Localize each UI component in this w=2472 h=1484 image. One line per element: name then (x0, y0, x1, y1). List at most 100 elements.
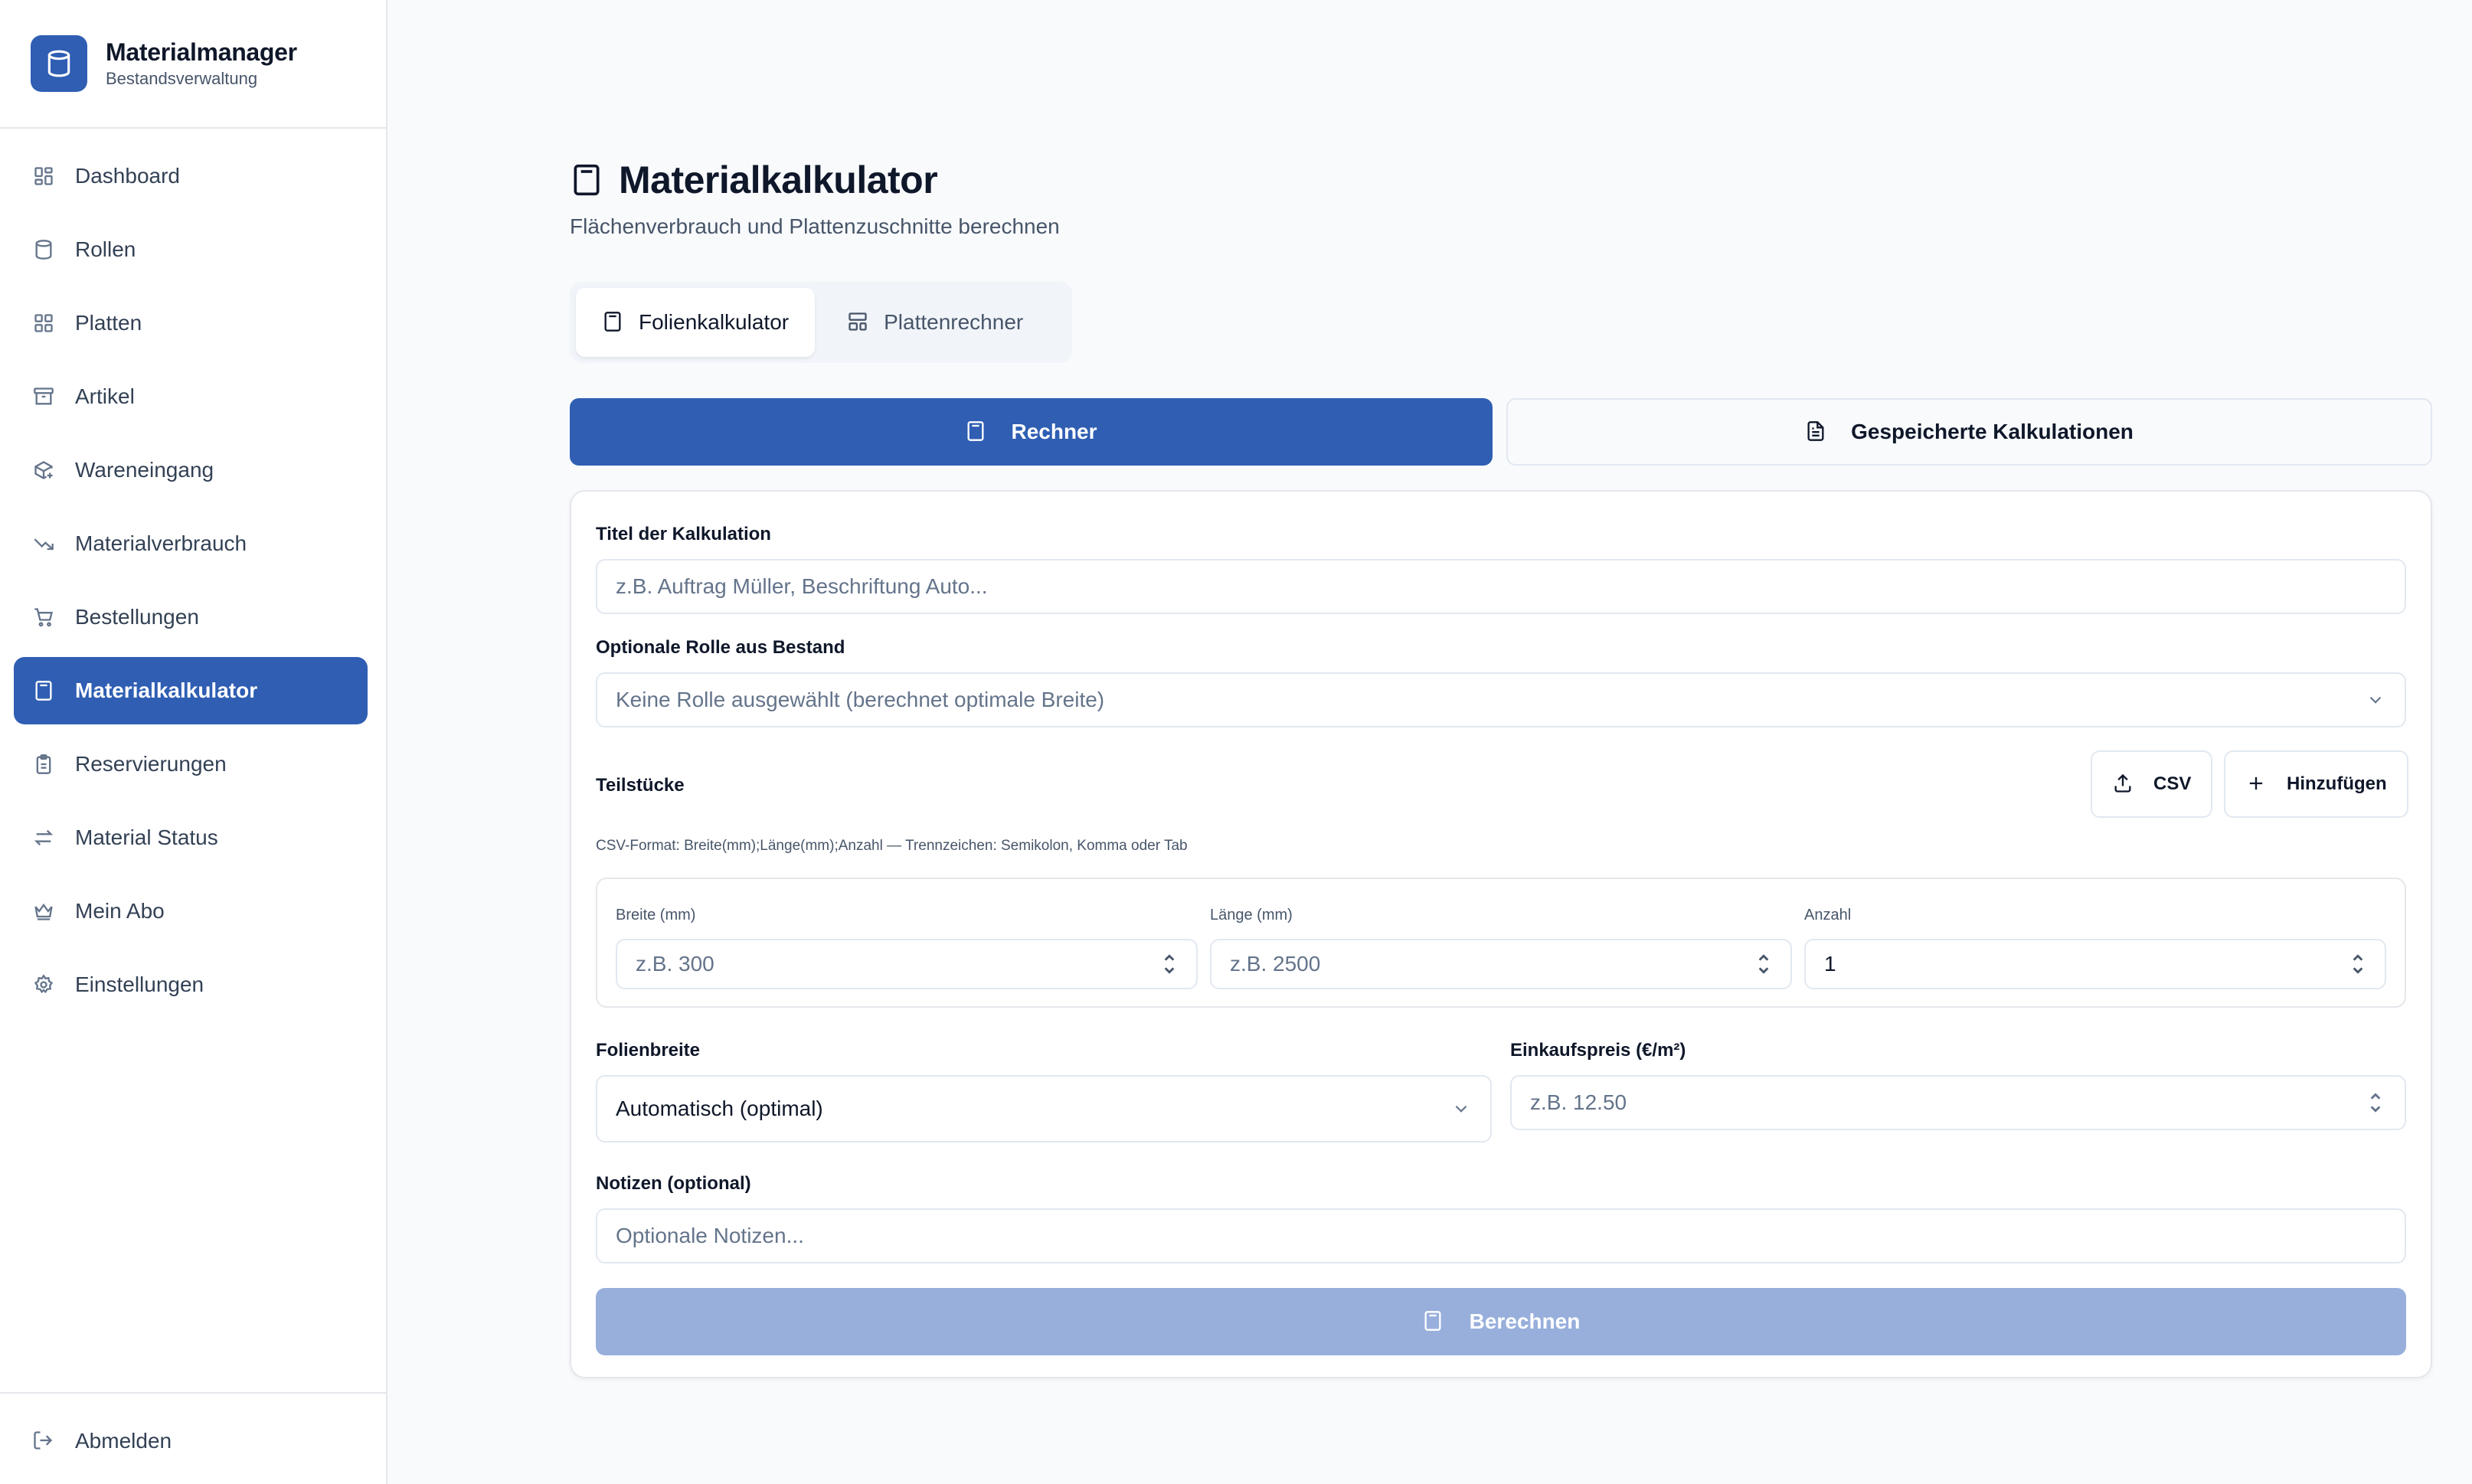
file-text-icon (1805, 420, 1828, 443)
stepper-icon (2349, 952, 2366, 976)
sidebar-item-label: Materialkalkulator (75, 678, 258, 702)
archive-icon (32, 385, 55, 408)
calculator-icon (602, 311, 625, 334)
sidebar-item-materialkalkulator[interactable]: Materialkalkulator (14, 657, 368, 724)
roll-select-value: Keine Rolle ausgewählt (berechnet optima… (616, 688, 1105, 711)
width-input[interactable]: z.B. 300 (616, 939, 1198, 989)
calculator-form: Titel der Kalkulation z.B. Auftrag Mülle… (570, 490, 2432, 1378)
count-input[interactable]: 1 (1804, 939, 2386, 989)
sidebar-item-label: Mein Abo (75, 899, 165, 923)
calculator-tabs: Folienkalkulator Plattenrechner (570, 282, 1072, 363)
notes-label: Notizen (optional) (596, 1173, 751, 1194)
chevron-down-icon (2365, 689, 2386, 711)
sidebar-item-label: Platten (75, 311, 142, 335)
calculator-icon (32, 679, 55, 702)
sidebar-item-mein-abo[interactable]: Mein Abo (14, 878, 368, 945)
roll-label: Optionale Rolle aus Bestand (596, 637, 845, 658)
sidebar-item-label: Material Status (75, 825, 218, 849)
sidebar: Materialmanager Bestandsverwaltung Dashb… (0, 0, 387, 1484)
cart-icon (32, 606, 55, 629)
logout-button[interactable]: Abmelden (32, 1429, 172, 1453)
foil-width-value: Automatisch (optimal) (616, 1097, 823, 1120)
length-input[interactable]: z.B. 2500 (1210, 939, 1792, 989)
foil-width-select[interactable]: Automatisch (optimal) (596, 1075, 1492, 1142)
layout-icon (847, 311, 870, 334)
price-input[interactable]: z.B. 12.50 (1510, 1075, 2406, 1130)
logout-icon (32, 1430, 55, 1453)
sidebar-item-einstellungen[interactable]: Einstellungen (14, 951, 368, 1018)
tab-plattenrechner[interactable]: Plattenrechner (821, 288, 1049, 357)
saved-calculations-label: Gespeicherte Kalkulationen (1851, 420, 2134, 443)
length-label: Länge (mm) (1210, 907, 1293, 923)
stepper-icon (1161, 952, 1178, 976)
view-switch: Rechner Gespeicherte Kalkulationen (570, 398, 2432, 466)
width-placeholder: z.B. 300 (636, 952, 714, 976)
sidebar-item-label: Bestellungen (75, 605, 199, 629)
arrows-swap-icon (32, 826, 55, 849)
csv-button-label: CSV (2153, 773, 2192, 794)
csv-import-button[interactable]: CSV (2091, 750, 2213, 818)
app-subtitle: Bestandsverwaltung (106, 69, 258, 88)
sidebar-item-label: Einstellungen (75, 972, 204, 996)
sidebar-item-materialverbrauch[interactable]: Materialverbrauch (14, 510, 368, 577)
csv-format-hint: CSV-Format: Breite(mm);Länge(mm);Anzahl … (596, 838, 1188, 854)
sidebar-item-label: Materialverbrauch (75, 531, 247, 555)
database-icon (31, 35, 87, 92)
sidebar-item-label: Wareneingang (75, 458, 214, 482)
dashboard-icon (32, 165, 55, 188)
plus-icon (2245, 773, 2268, 796)
cylinder-icon (32, 238, 55, 261)
count-value: 1 (1824, 952, 1836, 976)
sidebar-item-platten[interactable]: Platten (14, 289, 368, 357)
calculate-button[interactable]: Berechnen (596, 1288, 2406, 1355)
saved-calculations-button[interactable]: Gespeicherte Kalkulationen (1506, 398, 2432, 466)
foil-width-label: Folienbreite (596, 1040, 701, 1061)
page-title: Materialkalkulator (619, 159, 938, 201)
page-header: Materialkalkulator (570, 158, 938, 202)
app-name: Materialmanager (106, 38, 297, 66)
sidebar-item-label: Artikel (75, 384, 135, 408)
gear-icon (32, 973, 55, 996)
chevron-down-icon (1450, 1098, 1472, 1120)
grid-icon (32, 312, 55, 335)
length-placeholder: z.B. 2500 (1230, 952, 1321, 976)
count-label: Anzahl (1804, 907, 1852, 923)
calculate-button-label: Berechnen (1469, 1309, 1581, 1333)
sidebar-item-label: Reservierungen (75, 752, 227, 776)
page-subtitle: Flächenverbrauch und Plattenzuschnitte b… (570, 214, 1060, 238)
sidebar-item-label: Rollen (75, 237, 136, 261)
notes-input[interactable]: Optionale Notizen... (596, 1208, 2406, 1263)
add-piece-button[interactable]: Hinzufügen (2224, 750, 2408, 818)
sidebar-item-artikel[interactable]: Artikel (14, 363, 368, 430)
sidebar-item-reservierungen[interactable]: Reservierungen (14, 731, 368, 798)
title-placeholder: z.B. Auftrag Müller, Beschriftung Auto..… (616, 574, 988, 598)
add-button-label: Hinzufügen (2287, 773, 2387, 794)
sidebar-item-wareneingang[interactable]: Wareneingang (14, 436, 368, 504)
width-label: Breite (mm) (616, 907, 696, 923)
sidebar-item-label: Dashboard (75, 164, 180, 188)
upload-icon (2112, 773, 2135, 796)
tab-label: Folienkalkulator (639, 310, 790, 334)
price-label: Einkaufspreis (€/m²) (1510, 1040, 1686, 1061)
tab-folienkalkulator[interactable]: Folienkalkulator (576, 288, 816, 357)
calculator-icon (570, 163, 603, 197)
pieces-label: Teilstücke (596, 775, 685, 796)
calculator-icon (1422, 1310, 1445, 1333)
brand: Materialmanager Bestandsverwaltung (0, 0, 386, 129)
crown-icon (32, 900, 55, 923)
sidebar-item-rollen[interactable]: Rollen (14, 216, 368, 283)
title-input[interactable]: z.B. Auftrag Müller, Beschriftung Auto..… (596, 559, 2406, 614)
stepper-icon (2365, 1092, 2386, 1113)
sidebar-item-bestellungen[interactable]: Bestellungen (14, 583, 368, 651)
notes-placeholder: Optionale Notizen... (616, 1224, 804, 1247)
sidebar-nav: Dashboard Rollen Platten Artikel Warenei… (14, 142, 368, 1025)
sidebar-item-dashboard[interactable]: Dashboard (14, 142, 368, 210)
logout-label: Abmelden (75, 1429, 172, 1453)
tab-label: Plattenrechner (884, 310, 1024, 334)
calculator-view-button[interactable]: Rechner (570, 398, 1493, 466)
sidebar-item-material-status[interactable]: Material Status (14, 804, 368, 871)
roll-select[interactable]: Keine Rolle ausgewählt (berechnet optima… (596, 672, 2406, 727)
clipboard-icon (32, 753, 55, 776)
calculator-view-label: Rechner (1011, 420, 1097, 443)
calculator-icon (965, 420, 988, 443)
